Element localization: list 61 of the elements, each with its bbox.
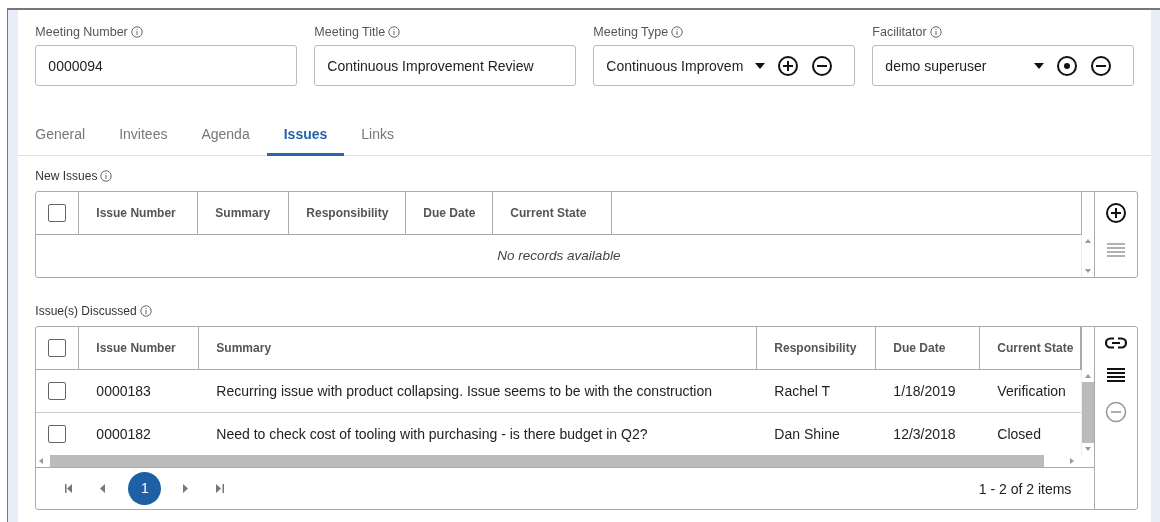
first-page-icon[interactable]: [65, 484, 74, 493]
next-page-icon[interactable]: [183, 484, 190, 493]
page-button[interactable]: 1: [128, 472, 162, 505]
add-icon[interactable]: [1105, 202, 1128, 224]
table-cell: Verification: [997, 383, 1066, 399]
table-cell: 1/18/2019: [893, 383, 956, 399]
table-cell: 12/3/2018: [893, 426, 956, 442]
empty-message: No records available: [496, 247, 622, 265]
column-header[interactable]: Issue Number: [79, 192, 199, 234]
previous-page-icon[interactable]: [100, 484, 107, 493]
target-icon[interactable]: [1056, 54, 1079, 77]
table-cell: Need to check cost of tooling with purchasing - is there budget in Q2?: [216, 426, 648, 442]
table-cell: 0000183: [96, 383, 151, 399]
table-cell: Recurring issue with product collapsing. Issue seems to be with the construction: [216, 383, 713, 399]
info-icon: [139, 305, 152, 317]
column-header[interactable]: Summary: [198, 192, 290, 234]
pager-info: 1 - 2 of 2 items: [978, 480, 1072, 497]
caret-icon: [755, 62, 766, 69]
column-header[interactable]: Responsibility: [757, 327, 877, 369]
menu-icon[interactable]: [1106, 367, 1127, 383]
text-field[interactable]: 0000094: [35, 45, 298, 86]
vertical-scrollbar[interactable]: [1081, 370, 1095, 455]
tab[interactable]: Links: [344, 115, 411, 156]
section-title: Issue(s) Discussed: [35, 304, 137, 318]
column-header[interactable]: Due Date: [876, 327, 981, 369]
column-header[interactable]: Current State: [493, 192, 613, 234]
info-icon: [388, 26, 401, 38]
checkbox[interactable]: [48, 425, 67, 443]
table-cell: Closed: [997, 426, 1041, 442]
checkbox[interactable]: [48, 204, 67, 222]
column-header[interactable]: Summary: [199, 327, 758, 369]
link-icon[interactable]: [1105, 337, 1128, 349]
last-page-icon[interactable]: [216, 484, 225, 493]
tab[interactable]: Issues: [266, 115, 345, 156]
remove-icon[interactable]: [1090, 54, 1113, 77]
table-cell: Dan Shine: [774, 426, 840, 442]
table-cell: 0000182: [96, 426, 151, 442]
column-header[interactable]: Due Date: [406, 192, 494, 234]
field-label: Meeting Type: [593, 25, 669, 39]
column-header[interactable]: Current State: [980, 327, 1082, 369]
checkbox[interactable]: [48, 382, 67, 400]
info-icon: [100, 170, 113, 182]
tab[interactable]: Invitees: [102, 115, 185, 156]
remove-icon[interactable]: [811, 54, 834, 77]
info-icon: [929, 26, 942, 38]
field-label: Meeting Number: [35, 25, 128, 39]
section-title: New Issues: [35, 169, 98, 183]
column-header[interactable]: Responsibility: [289, 192, 407, 234]
checkbox[interactable]: [48, 339, 67, 357]
caret-icon: [1034, 62, 1045, 69]
info-icon: [130, 26, 143, 38]
add-icon[interactable]: [777, 54, 800, 77]
tab[interactable]: General: [18, 115, 103, 156]
text-field[interactable]: Continuous Improvement Review: [314, 45, 577, 86]
tab[interactable]: Agenda: [184, 115, 267, 156]
horizontal-scrollbar[interactable]: [36, 455, 1095, 468]
table-cell: Rachel T: [774, 383, 831, 399]
info-icon: [671, 26, 684, 38]
column-header[interactable]: Issue Number: [79, 327, 200, 369]
field-label: Facilitator: [872, 25, 927, 39]
field-label: Meeting Title: [314, 25, 386, 39]
